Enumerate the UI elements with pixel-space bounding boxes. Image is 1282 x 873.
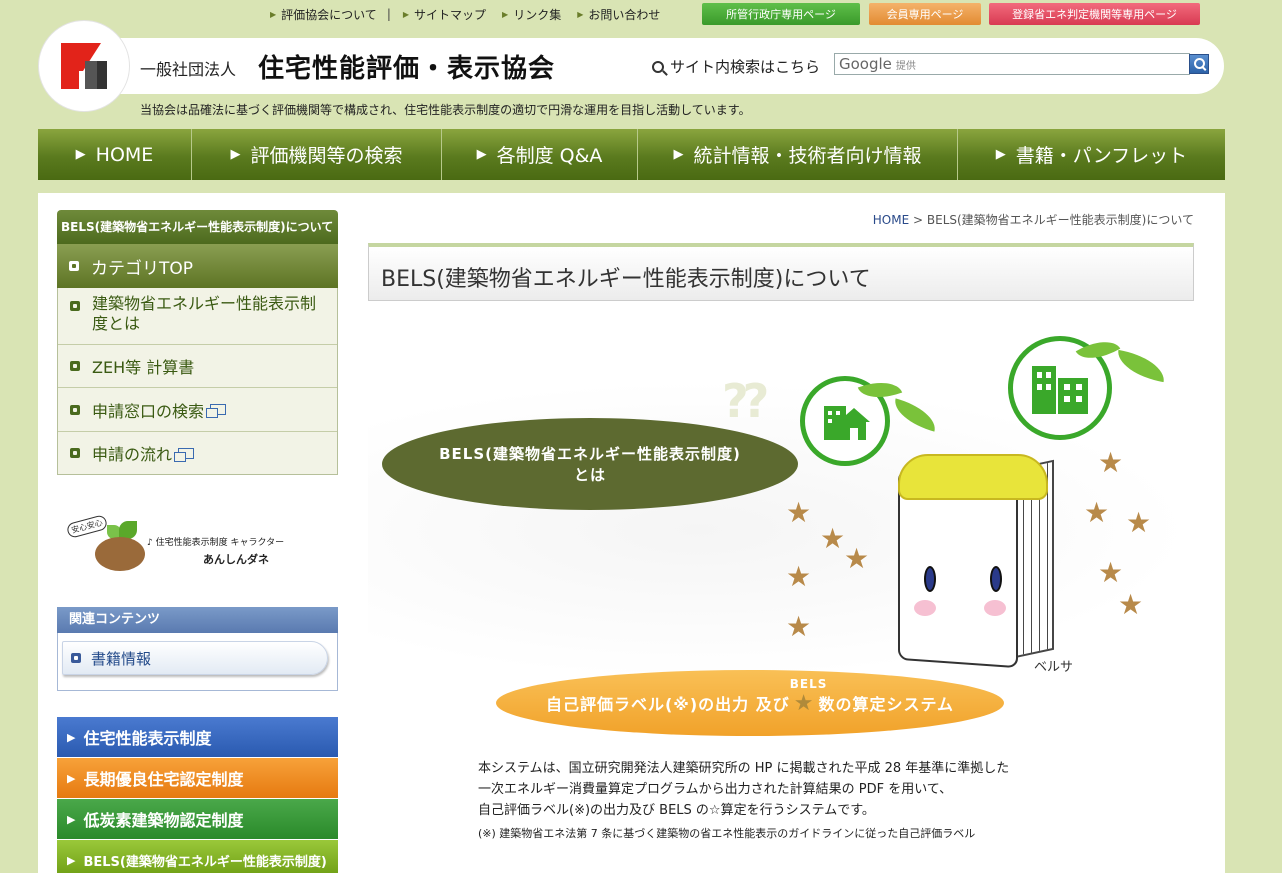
character-name: ベルサ: [1034, 660, 1074, 675]
triangle-icon: ▶: [230, 147, 241, 162]
triangle-icon: ▶: [402, 9, 410, 19]
bullet-icon: [70, 361, 80, 371]
house-icon: [824, 406, 870, 440]
character-hair: [898, 454, 1048, 500]
utility-links: ▶ 評価協会について | ▶ サイトマップ ▶ リンク集 ▶ お問い合わせ: [270, 3, 676, 25]
question-marks-icon: ??: [722, 374, 769, 428]
search-input[interactable]: Google 提供: [834, 53, 1190, 75]
system-long-life-housing[interactable]: ▶ 長期優良住宅認定制度: [57, 758, 338, 798]
external-link-icon: [206, 404, 227, 418]
link-about[interactable]: ▶ 評価協会について: [270, 6, 377, 23]
star-icon: ★: [1126, 506, 1152, 539]
star-icon: ★: [1084, 496, 1110, 529]
logo[interactable]: [38, 20, 130, 112]
sidebar-item-about-bels[interactable]: 建築物省エネルギー性能表示制度とは: [58, 288, 337, 344]
star-icon: ★: [820, 522, 846, 555]
system-housing-performance[interactable]: ▶ 住宅性能表示制度: [57, 717, 338, 757]
link-links[interactable]: ▶ リンク集: [502, 6, 561, 23]
triangle-icon: ▶: [67, 853, 76, 867]
search-button[interactable]: [1189, 54, 1209, 74]
star-icon: ★: [786, 496, 812, 529]
nav-qa[interactable]: ▶ 各制度 Q&A: [442, 129, 638, 180]
triangle-icon: ▶: [502, 9, 509, 19]
triangle-icon: ▶: [476, 147, 487, 162]
system-low-carbon[interactable]: ▶ 低炭素建築物認定制度: [57, 799, 338, 839]
description-note: (※) 建築物省エネ法第 7 条に基づく建築物の省エネ性能表示のガイドラインに従…: [478, 827, 976, 840]
related-heading: 関連コンテンツ: [57, 607, 338, 633]
triangle-icon: ▶: [577, 9, 584, 19]
system-bels[interactable]: ▶ BELS(建築物省エネルギー性能表示制度): [57, 840, 338, 873]
bullet-icon: [71, 653, 81, 663]
org-prefix: 一般社団法人: [140, 60, 237, 79]
triangle-icon: ▶: [75, 147, 86, 162]
related-item-books[interactable]: 書籍情報: [62, 641, 328, 675]
star-icon: ★: [793, 690, 815, 716]
external-link-icon: [174, 447, 195, 462]
breadcrumb-current: BELS(建築物省エネルギー性能表示制度)について: [926, 213, 1194, 227]
bullet-icon: [70, 448, 80, 458]
eye-icon: [924, 566, 936, 592]
system-description: 本システムは、国立研究開発法人建築研究所の HP に掲載された平成 28 年基準…: [478, 758, 1009, 844]
gov-page-button[interactable]: 所管行政庁専用ページ: [702, 3, 860, 25]
seed-mascot-icon: [95, 537, 145, 571]
system-oval-button[interactable]: 自己評価ラベル(※)の出力 及び BELS ★ 数の算定システム: [496, 670, 1004, 736]
sidebar-item-zeh[interactable]: ZEH等 計算書: [58, 344, 337, 387]
mascot-name: あんしんダネ: [203, 553, 269, 566]
triangle-icon: ▶: [67, 771, 76, 785]
main-nav: ▶ HOME ▶ 評価機関等の検索 ▶ 各制度 Q&A ▶ 統計情報・技術者向け情報 ▶…: [38, 129, 1225, 180]
triangle-icon: ▶: [67, 812, 76, 826]
bels-intro-oval[interactable]: BELS(建築物省エネルギー性能表示制度) とは: [382, 418, 798, 510]
triangle-icon: ▶: [673, 147, 684, 162]
mascot-banner[interactable]: 安心安心 ♪ 住宅性能表示制度 キャラクター あんしんダネ: [65, 514, 327, 575]
star-icon: ★: [786, 610, 812, 643]
breadcrumb: HOME > BELS(建築物省エネルギー性能表示制度)について: [872, 213, 1194, 227]
bullet-icon: [70, 404, 80, 415]
mascot-bubble: 安心安心: [65, 514, 109, 539]
nav-statistics[interactable]: ▶ 統計情報・技術者向け情報: [638, 129, 958, 180]
eye-icon: [990, 566, 1002, 592]
bels-illustration: ?? BELS(建築物省エネルギー性能表示制度) とは ★ ★ ★ ★ ★ ★ …: [368, 320, 1194, 740]
search-icon: [652, 60, 664, 73]
star-icon: ★: [1118, 588, 1144, 621]
divider: |: [386, 7, 391, 21]
nav-home[interactable]: ▶ HOME: [38, 129, 192, 180]
breadcrumb-home[interactable]: HOME: [873, 213, 909, 227]
tagline: 当協会は品確法に基づく評価機関等で構成され、住宅性能表示制度の適切で円滑な運用を…: [140, 103, 751, 117]
mascot-caption: ♪ 住宅性能表示制度 キャラクター: [147, 538, 285, 548]
related-box: 書籍情報: [57, 633, 338, 691]
sidebar-heading: BELS(建築物省エネルギー性能表示制度)について: [57, 210, 338, 244]
sidebar-list: 建築物省エネルギー性能表示制度とは ZEH等 計算書 申請窓口の検索 申請の流れ: [57, 288, 338, 475]
link-contact[interactable]: ▶ お問い合わせ: [577, 6, 660, 23]
sidebar-category-top[interactable]: カテゴリTOP: [57, 244, 338, 288]
leaf-icon: [1114, 349, 1168, 383]
org-name: 住宅性能評価・表示協会: [258, 54, 556, 84]
logo-mark-icon: [61, 43, 107, 89]
site-search-label: サイト内検索はこちら: [652, 56, 820, 77]
triangle-icon: ▶: [270, 9, 277, 19]
member-page-button[interactable]: 会員専用ページ: [869, 3, 981, 25]
star-icon: ★: [786, 560, 812, 593]
triangle-icon: ▶: [67, 730, 76, 744]
star-icon: ★: [1098, 556, 1124, 589]
registered-page-button[interactable]: 登録省エネ判定機関等専用ページ: [989, 3, 1200, 25]
page-title: BELS(建築物省エネルギー性能表示制度)について: [368, 243, 1194, 301]
link-sitemap[interactable]: ▶ サイトマップ: [403, 6, 486, 23]
nav-search-agencies[interactable]: ▶ 評価機関等の検索: [192, 129, 442, 180]
bullet-icon: [70, 301, 80, 311]
sidebar-item-window-search[interactable]: 申請窓口の検索: [58, 387, 337, 431]
nav-books[interactable]: ▶ 書籍・パンフレット: [958, 129, 1225, 180]
sidebar-item-flow[interactable]: 申請の流れ: [58, 431, 337, 474]
star-icon: ★: [844, 542, 870, 575]
bels-character-illustration: [898, 454, 1058, 674]
triangle-icon: ▶: [995, 147, 1006, 162]
star-icon: ★: [1098, 446, 1124, 479]
building-icon: [1032, 366, 1088, 414]
bullet-icon: [69, 261, 79, 271]
